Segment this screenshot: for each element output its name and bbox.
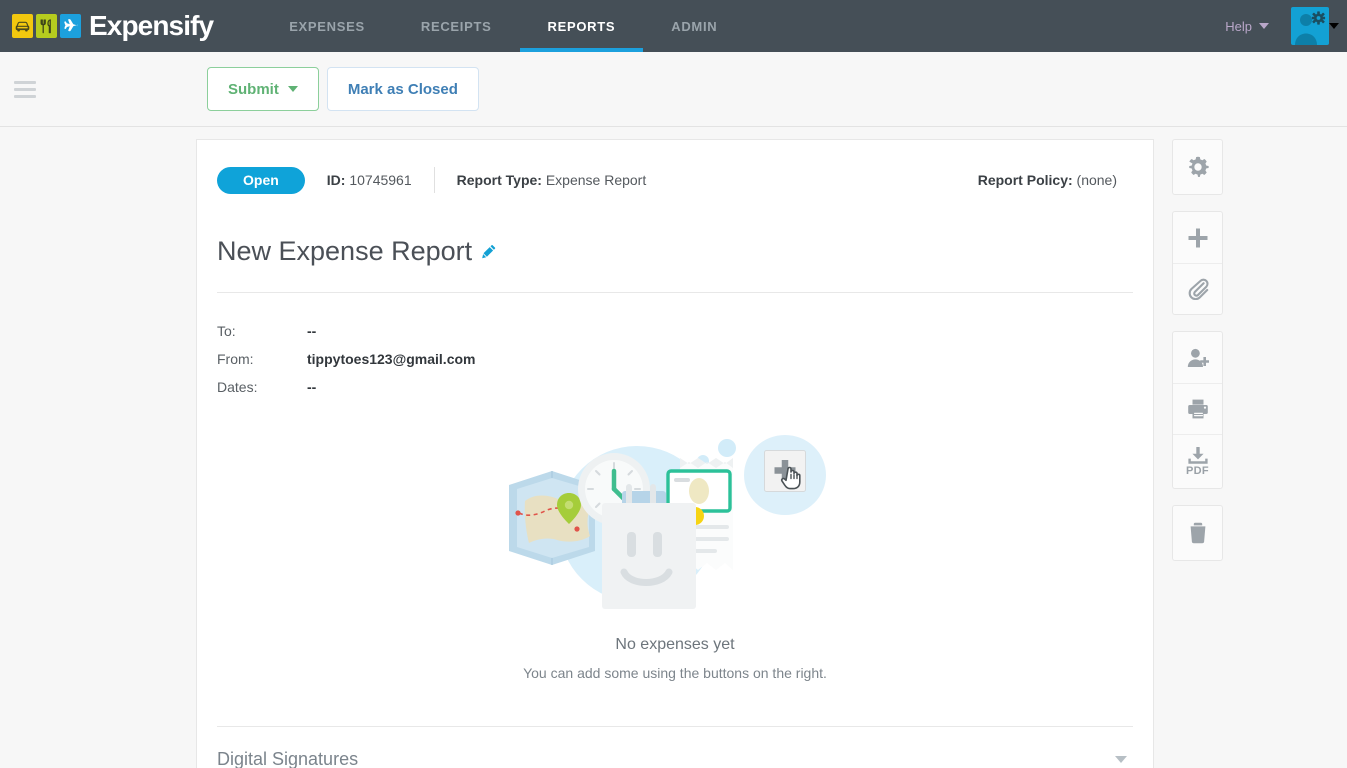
report-fields: To: -- From: tippytoes123@gmail.com Date… [217,317,1133,401]
nav-item-admin[interactable]: ADMIN [643,0,745,52]
report-type-label: Report Type: [457,172,542,188]
report-policy: Report Policy: (none) [978,172,1117,188]
attach-receipt-button[interactable] [1173,263,1222,314]
report-action-buttons: Submit Mark as Closed [207,67,479,111]
report-meta-row: Open ID: 10745961 Report Type: Expense R… [217,166,1133,194]
field-from: From: tippytoes123@gmail.com [217,345,1133,373]
report-settings-button[interactable] [1173,140,1222,194]
field-dates: Dates: -- [217,373,1133,401]
rail-group-settings [1172,139,1223,195]
chevron-down-icon [1329,23,1339,29]
field-to: To: -- [217,317,1133,345]
print-button[interactable] [1173,383,1222,434]
receipts-map-clock-illustration [505,429,845,614]
status-badge[interactable]: Open [217,167,305,194]
mark-as-closed-button[interactable]: Mark as Closed [327,67,479,111]
mark-as-closed-label: Mark as Closed [348,81,458,98]
cutlery-icon [36,14,57,38]
avatar[interactable] [1291,7,1329,45]
add-expense-button[interactable] [1173,212,1222,263]
taxi-icon [12,14,33,38]
delete-report-button[interactable] [1173,506,1222,560]
chevron-down-icon[interactable] [1115,756,1127,763]
paperclip-icon [1187,278,1209,300]
add-person-button[interactable] [1173,332,1222,383]
report-id-value: 10745961 [349,172,411,188]
plus-button-with-cursor [765,451,806,492]
nav-item-reports[interactable]: REPORTS [520,0,644,52]
divider [434,167,435,193]
field-to-value: -- [307,323,316,339]
field-from-value: tippytoes123@gmail.com [307,351,475,367]
divider [217,292,1133,293]
digital-signatures-section[interactable]: Digital Signatures [217,749,1133,768]
report-id-label: ID: [327,172,346,188]
nav-item-receipts[interactable]: RECEIPTS [393,0,520,52]
chevron-down-icon [288,86,298,92]
submit-button[interactable]: Submit [207,67,319,111]
chevron-down-icon [1259,23,1269,29]
page-body: Open ID: 10745961 Report Type: Expense R… [0,127,1347,767]
rail-group-share: PDF [1172,331,1223,489]
report-policy-value: (none) [1077,172,1117,188]
submit-button-label: Submit [228,81,279,98]
account-menu-toggle[interactable] [1329,23,1339,29]
field-dates-value: -- [307,379,316,395]
download-pdf-label: PDF [1186,465,1209,477]
trash-icon [1188,522,1208,544]
hamburger-icon[interactable] [14,81,36,98]
nav-item-expenses[interactable]: EXPENSES [261,0,393,52]
download-pdf-button[interactable]: PDF [1173,434,1222,488]
rail-group-add [1172,211,1223,315]
digital-signatures-label: Digital Signatures [217,749,358,768]
brand-logo[interactable]: Expensify [0,12,213,40]
report-card: Open ID: 10745961 Report Type: Expense R… [196,139,1154,768]
report-id: ID: 10745961 [327,172,412,188]
report-policy-label: Report Policy: [978,172,1073,188]
airplane-icon [60,14,81,38]
page-title: New Expense Report [217,238,472,265]
report-action-bar: Submit Mark as Closed [0,52,1347,127]
rail-group-delete [1172,505,1223,561]
report-type-value: Expense Report [546,172,646,188]
empty-state: No expenses yet You can add some using t… [217,429,1133,681]
nav-right-cluster: Help [1225,0,1347,52]
field-from-label: From: [217,351,307,367]
printer-icon [1187,398,1209,420]
field-to-label: To: [217,323,307,339]
logo-icon-tiles [12,14,81,38]
brand-name: Expensify [89,12,213,40]
top-navigation-bar: Expensify EXPENSES RECEIPTS REPORTS ADMI… [0,0,1347,52]
report-title-row: New Expense Report [217,238,1133,265]
empty-state-title: No expenses yet [615,636,734,654]
field-dates-label: Dates: [217,379,307,395]
empty-state-subtitle: You can add some using the buttons on th… [523,665,827,681]
report-type: Report Type: Expense Report [457,172,647,188]
download-icon [1188,447,1208,464]
plus-icon [1187,227,1209,249]
help-menu[interactable]: Help [1225,19,1269,34]
add-person-icon [1187,347,1209,369]
gear-icon [1187,156,1209,178]
divider [217,726,1133,727]
help-label: Help [1225,19,1252,34]
main-nav: EXPENSES RECEIPTS REPORTS ADMIN [261,0,745,52]
pencil-icon[interactable] [482,244,497,259]
report-actions-rail: PDF [1172,139,1223,577]
